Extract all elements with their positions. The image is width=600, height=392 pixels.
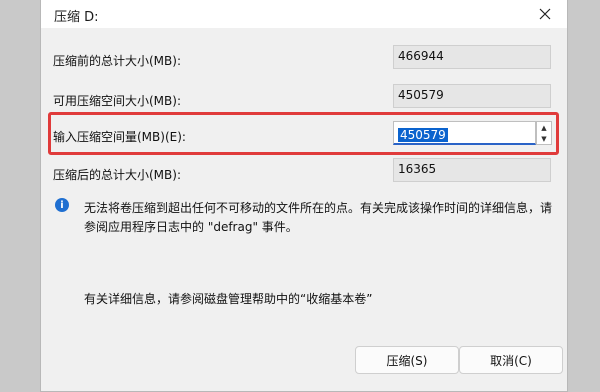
dialog-title: 压缩 D: xyxy=(54,10,99,25)
available-space-value: 450579 xyxy=(393,84,551,108)
info-icon: i xyxy=(55,198,69,212)
shrink-amount-value: 450579 xyxy=(398,128,448,142)
total-before-label: 压缩前的总计大小(MB): xyxy=(53,54,181,68)
shrink-amount-label: 输入压缩空间量(MB)(E): xyxy=(53,130,186,144)
spin-down-icon[interactable]: ▼ xyxy=(537,133,551,144)
shrink-button[interactable]: 压缩(S) xyxy=(355,346,459,374)
total-after-label: 压缩后的总计大小(MB): xyxy=(53,168,181,182)
info-text: 无法将卷压缩到超出任何不可移动的文件所在的点。有关完成该操作时间的详细信息，请参… xyxy=(84,201,553,234)
cancel-button[interactable]: 取消(C) xyxy=(459,346,563,374)
close-icon xyxy=(539,8,551,20)
total-before-value: 466944 xyxy=(393,45,551,69)
shrink-amount-spinner[interactable]: ▲ ▼ xyxy=(536,121,552,145)
more-info-text: 有关详细信息，请参阅磁盘管理帮助中的“收缩基本卷” xyxy=(84,292,373,306)
shrink-dialog: 压缩 D: 压缩前的总计大小(MB): 466944 可用压缩空间大小(MB):… xyxy=(40,0,568,392)
available-space-label: 可用压缩空间大小(MB): xyxy=(53,94,181,108)
close-button[interactable] xyxy=(531,2,559,26)
spin-up-icon[interactable]: ▲ xyxy=(537,122,551,133)
total-after-value: 16365 xyxy=(393,158,551,182)
title-bar: 压缩 D: xyxy=(41,0,567,28)
shrink-amount-input[interactable]: 450579 xyxy=(393,121,536,145)
